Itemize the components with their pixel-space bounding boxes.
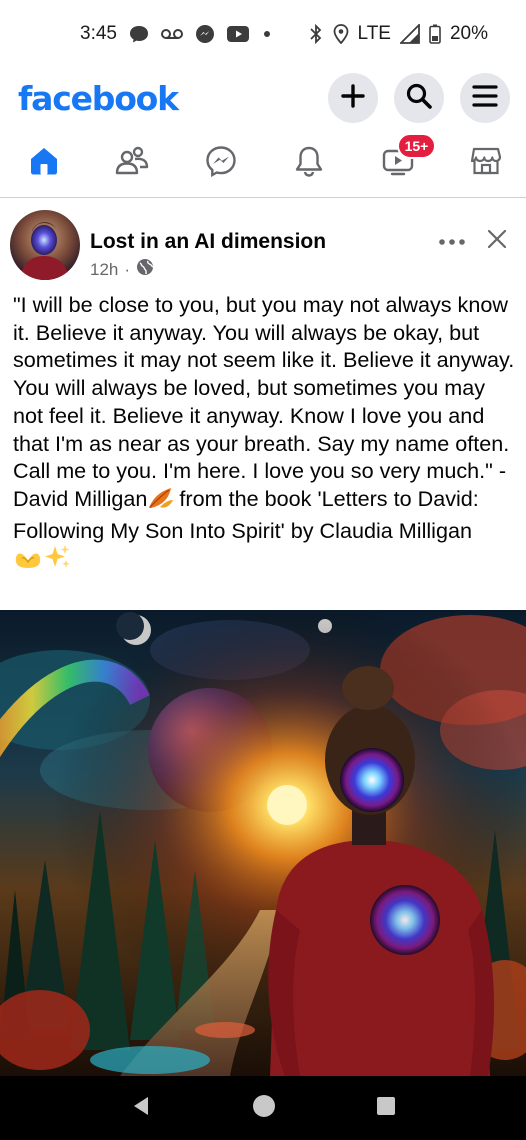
more-options-icon[interactable] — [438, 233, 466, 251]
create-button[interactable] — [328, 73, 378, 123]
tab-bar: 15+ — [0, 130, 526, 198]
globe-icon — [136, 258, 154, 281]
tab-home[interactable] — [27, 147, 61, 181]
status-time: 3:45 — [80, 23, 117, 44]
app-header: facebook — [0, 68, 526, 128]
voicemail-icon — [160, 27, 183, 41]
network-label: LTE — [357, 23, 391, 44]
menu-button[interactable] — [460, 73, 510, 123]
search-button[interactable] — [394, 73, 444, 123]
home-circle-icon[interactable] — [251, 1093, 277, 1124]
post-author-name[interactable]: Lost in an AI dimension — [90, 230, 326, 254]
youtube-icon — [226, 26, 249, 42]
post-time[interactable]: 12h — [90, 260, 118, 280]
video-notification-badge: 15+ — [396, 132, 437, 159]
search-icon — [405, 82, 433, 115]
post-image[interactable] — [0, 610, 526, 1076]
meta-separator: · — [124, 259, 131, 279]
marketplace-icon — [470, 145, 502, 182]
facebook-logo[interactable]: facebook — [18, 79, 179, 118]
location-icon — [333, 24, 349, 44]
battery-icon — [429, 24, 441, 44]
signal-icon — [399, 24, 420, 44]
chat-bubble-icon — [129, 25, 149, 43]
tab-notifications[interactable] — [292, 145, 326, 182]
dot-icon — [261, 28, 273, 40]
menu-icon — [471, 84, 499, 113]
post-text-quote: "I will be close to you, but you may not… — [13, 292, 515, 511]
system-nav-bar — [0, 1076, 526, 1140]
plus-icon — [340, 83, 366, 114]
home-icon — [28, 145, 60, 182]
tab-marketplace[interactable] — [469, 147, 503, 181]
status-bar: 3:45 LTE 20% — [0, 0, 526, 68]
bluetooth-icon — [308, 24, 324, 44]
post-text[interactable]: "I will be close to you, but you may not… — [13, 291, 518, 577]
author-avatar[interactable] — [10, 210, 80, 280]
recents-icon[interactable] — [375, 1095, 397, 1122]
tab-messenger[interactable] — [204, 145, 238, 182]
battery-percent: 20% — [449, 23, 488, 44]
close-icon[interactable] — [486, 228, 508, 255]
messenger-icon — [205, 145, 237, 182]
fallen-leaf-emoji — [147, 486, 174, 517]
bell-icon — [294, 145, 324, 182]
heart-hands-emoji — [13, 548, 43, 577]
sparkles-emoji — [43, 544, 71, 577]
messenger-status-icon — [195, 24, 215, 44]
back-icon[interactable] — [129, 1094, 153, 1123]
friends-icon — [115, 146, 149, 181]
tab-friends[interactable] — [115, 146, 149, 181]
post-header: Lost in an AI dimension 12h · — [0, 200, 526, 292]
tab-video[interactable]: 15+ — [381, 132, 437, 181]
